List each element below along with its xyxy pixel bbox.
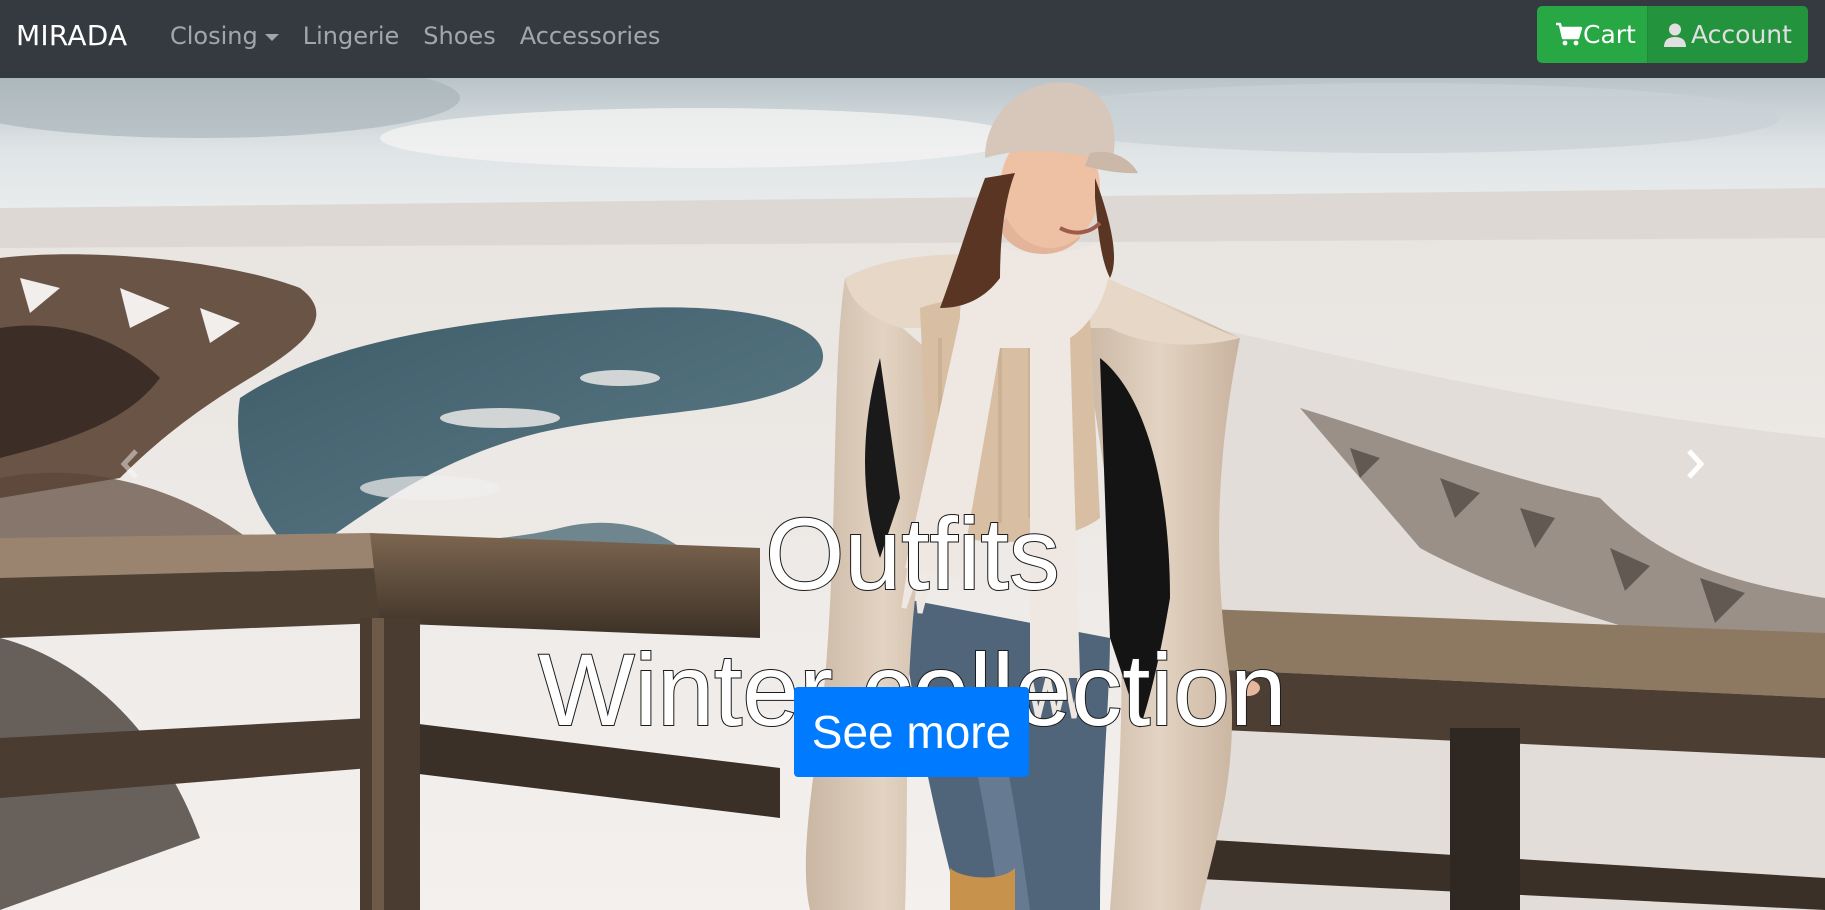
- nav-item-label: Accessories: [519, 22, 661, 50]
- navbar: MIRADA Closing Lingerie Shoes Accessorie…: [0, 0, 1825, 78]
- dropdown-caret-icon: [264, 33, 279, 41]
- chevron-left-icon: [120, 449, 138, 479]
- hero-carousel: Outfits Winter collection: [0, 78, 1825, 910]
- cart-label: Cart: [1583, 20, 1636, 49]
- nav-item-label: Lingerie: [302, 22, 400, 50]
- user-button-group: Cart Account: [1537, 6, 1808, 63]
- account-button[interactable]: Account: [1648, 6, 1808, 63]
- nav-links: Closing Lingerie Shoes Accessories: [170, 16, 672, 56]
- brand-logo[interactable]: MIRADA: [16, 16, 127, 56]
- shopping-cart-icon: [1556, 22, 1583, 46]
- nav-item-lingerie[interactable]: Lingerie: [291, 16, 412, 56]
- nav-item-accessories[interactable]: Accessories: [508, 16, 673, 56]
- cart-button[interactable]: Cart: [1537, 6, 1648, 63]
- nav-item-label: Shoes: [423, 22, 496, 50]
- caption-title-line1: Outfits: [764, 496, 1061, 612]
- nav-item-shoes[interactable]: Shoes: [411, 16, 507, 56]
- chevron-right-icon: [1687, 449, 1705, 479]
- see-more-button[interactable]: See more: [794, 687, 1029, 777]
- account-label: Account: [1691, 20, 1792, 49]
- user-icon: [1664, 23, 1686, 47]
- nav-item-label: Closing: [170, 22, 258, 50]
- nav-item-closing[interactable]: Closing: [170, 16, 291, 56]
